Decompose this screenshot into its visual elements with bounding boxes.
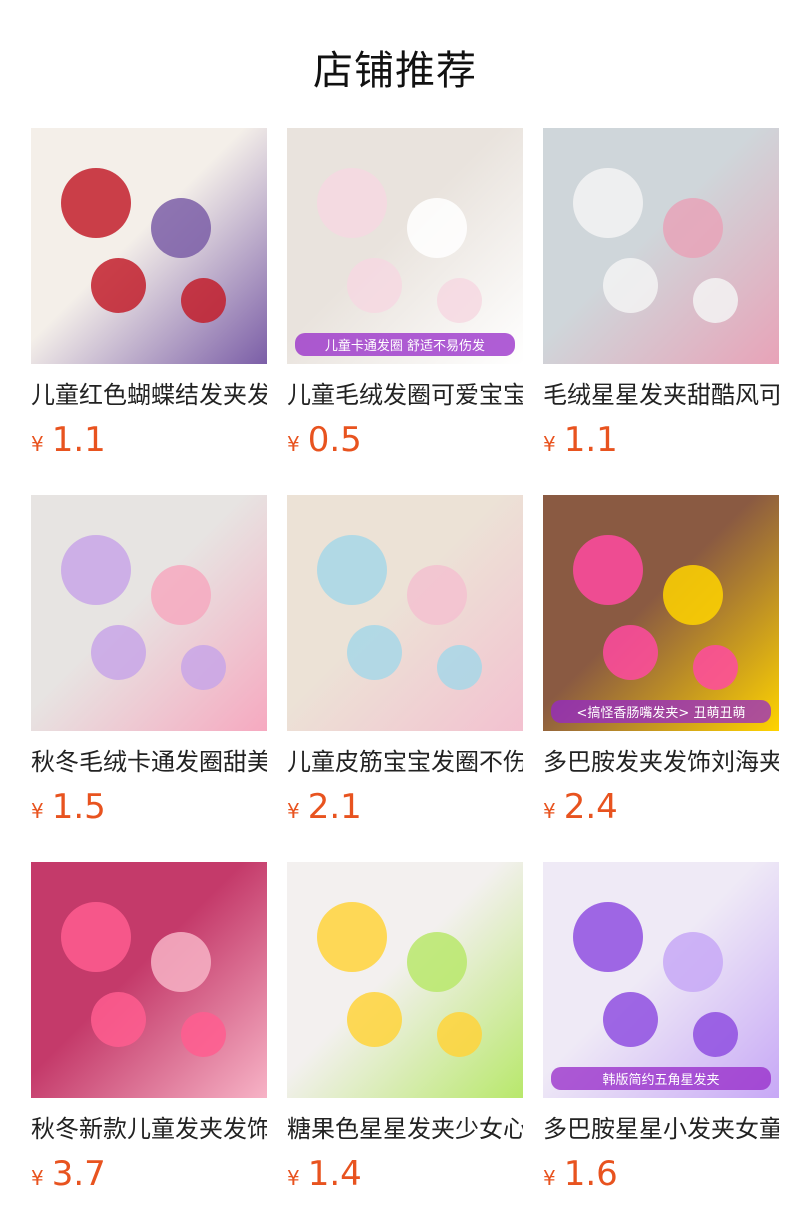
product-card[interactable]: 韩版简约五角星发夹多巴胺星星小发夹女童 ¥1.6 bbox=[543, 862, 779, 1229]
product-price: 0.5 bbox=[307, 420, 362, 460]
product-card[interactable]: 糖果色星星发夹少女心 ¥1.4 bbox=[287, 862, 523, 1229]
product-item-shape bbox=[663, 565, 723, 625]
product-item-shape bbox=[693, 1012, 738, 1057]
product-item-shape bbox=[347, 992, 402, 1047]
product-price: 2.4 bbox=[563, 787, 618, 827]
currency-symbol: ¥ bbox=[31, 1166, 44, 1190]
product-card[interactable]: <搞怪香肠嘴发夹> 丑萌丑萌多巴胺发夹发饰刘海夹 ¥2.4 bbox=[543, 495, 779, 862]
product-image[interactable]: <搞怪香肠嘴发夹> 丑萌丑萌 bbox=[543, 495, 779, 731]
price-row: ¥2.1 bbox=[287, 787, 523, 827]
product-price: 1.1 bbox=[51, 420, 106, 460]
image-overlay-text: <搞怪香肠嘴发夹> 丑萌丑萌 bbox=[551, 700, 771, 723]
currency-symbol: ¥ bbox=[287, 799, 300, 823]
product-price: 1.4 bbox=[307, 1154, 362, 1194]
product-item-shape bbox=[573, 535, 643, 605]
product-item-shape bbox=[317, 902, 387, 972]
product-item-shape bbox=[693, 278, 738, 323]
product-name[interactable]: 秋冬毛绒卡通发圈甜美可爱 bbox=[31, 747, 267, 777]
product-card[interactable]: 儿童卡通发圈 舒适不易伤发儿童毛绒发圈可爱宝宝头绳 ¥0.5 bbox=[287, 128, 523, 495]
product-item-shape bbox=[91, 625, 146, 680]
currency-symbol: ¥ bbox=[543, 432, 556, 456]
product-item-shape bbox=[61, 902, 131, 972]
product-card[interactable]: 秋冬毛绒卡通发圈甜美可爱 ¥1.5 bbox=[31, 495, 267, 862]
product-image[interactable] bbox=[31, 128, 267, 364]
currency-symbol: ¥ bbox=[31, 432, 44, 456]
product-name[interactable]: 儿童皮筋宝宝发圈不伤发 bbox=[287, 747, 523, 777]
product-name[interactable]: 儿童毛绒发圈可爱宝宝头绳 bbox=[287, 380, 523, 410]
product-item-shape bbox=[347, 625, 402, 680]
price-row: ¥1.1 bbox=[543, 420, 779, 460]
price-row: ¥0.5 bbox=[287, 420, 523, 460]
product-name[interactable]: 多巴胺发夹发饰刘海夹 bbox=[543, 747, 779, 777]
product-item-shape bbox=[181, 278, 226, 323]
price-row: ¥1.6 bbox=[543, 1154, 779, 1194]
product-name[interactable]: 多巴胺星星小发夹女童 bbox=[543, 1114, 779, 1144]
product-price: 1.5 bbox=[51, 787, 106, 827]
product-item-shape bbox=[181, 645, 226, 690]
product-price: 3.7 bbox=[51, 1154, 106, 1194]
product-item-shape bbox=[181, 1012, 226, 1057]
product-item-shape bbox=[603, 625, 658, 680]
product-item-shape bbox=[61, 535, 131, 605]
product-item-shape bbox=[437, 1012, 482, 1057]
product-item-shape bbox=[151, 198, 211, 258]
product-item-shape bbox=[693, 645, 738, 690]
product-item-shape bbox=[151, 565, 211, 625]
image-overlay-text: 韩版简约五角星发夹 bbox=[551, 1067, 771, 1090]
product-name[interactable]: 儿童红色蝴蝶结发夹发饰 bbox=[31, 380, 267, 410]
currency-symbol: ¥ bbox=[543, 1166, 556, 1190]
product-item-shape bbox=[663, 198, 723, 258]
product-card[interactable]: 毛绒星星发夹甜酷风可爱 ¥1.1 bbox=[543, 128, 779, 495]
product-item-shape bbox=[663, 932, 723, 992]
product-image[interactable] bbox=[543, 128, 779, 364]
product-image[interactable]: 儿童卡通发圈 舒适不易伤发 bbox=[287, 128, 523, 364]
product-price: 2.1 bbox=[307, 787, 362, 827]
price-row: ¥3.7 bbox=[31, 1154, 267, 1194]
product-name[interactable]: 毛绒星星发夹甜酷风可爱 bbox=[543, 380, 779, 410]
product-item-shape bbox=[573, 168, 643, 238]
currency-symbol: ¥ bbox=[543, 799, 556, 823]
product-image[interactable] bbox=[31, 862, 267, 1098]
product-item-shape bbox=[91, 258, 146, 313]
product-item-shape bbox=[151, 932, 211, 992]
product-grid: 儿童红色蝴蝶结发夹发饰 ¥1.1 儿童卡通发圈 舒适不易伤发儿童毛绒发圈可爱宝宝头绳… bbox=[31, 128, 779, 1229]
product-image[interactable] bbox=[287, 862, 523, 1098]
product-item-shape bbox=[603, 992, 658, 1047]
product-image[interactable]: 韩版简约五角星发夹 bbox=[543, 862, 779, 1098]
product-item-shape bbox=[407, 932, 467, 992]
product-price: 1.6 bbox=[563, 1154, 618, 1194]
product-item-shape bbox=[437, 278, 482, 323]
product-card[interactable]: 儿童皮筋宝宝发圈不伤发 ¥2.1 bbox=[287, 495, 523, 862]
product-card[interactable]: 儿童红色蝴蝶结发夹发饰 ¥1.1 bbox=[31, 128, 267, 495]
product-item-shape bbox=[407, 198, 467, 258]
product-name[interactable]: 糖果色星星发夹少女心 bbox=[287, 1114, 523, 1144]
product-image[interactable] bbox=[31, 495, 267, 731]
image-overlay-text: 儿童卡通发圈 舒适不易伤发 bbox=[295, 333, 515, 356]
price-row: ¥1.5 bbox=[31, 787, 267, 827]
product-item-shape bbox=[437, 645, 482, 690]
product-item-shape bbox=[573, 902, 643, 972]
product-item-shape bbox=[407, 565, 467, 625]
product-image[interactable] bbox=[287, 495, 523, 731]
page-title: 店铺推荐 bbox=[313, 48, 477, 94]
product-item-shape bbox=[317, 168, 387, 238]
currency-symbol: ¥ bbox=[31, 799, 44, 823]
product-item-shape bbox=[91, 992, 146, 1047]
product-name[interactable]: 秋冬新款儿童发夹发饰 bbox=[31, 1114, 267, 1144]
price-row: ¥2.4 bbox=[543, 787, 779, 827]
currency-symbol: ¥ bbox=[287, 1166, 300, 1190]
product-item-shape bbox=[347, 258, 402, 313]
price-row: ¥1.4 bbox=[287, 1154, 523, 1194]
product-item-shape bbox=[317, 535, 387, 605]
product-item-shape bbox=[61, 168, 131, 238]
price-row: ¥1.1 bbox=[31, 420, 267, 460]
product-price: 1.1 bbox=[563, 420, 618, 460]
product-card[interactable]: 秋冬新款儿童发夹发饰 ¥3.7 bbox=[31, 862, 267, 1229]
currency-symbol: ¥ bbox=[287, 432, 300, 456]
product-item-shape bbox=[603, 258, 658, 313]
